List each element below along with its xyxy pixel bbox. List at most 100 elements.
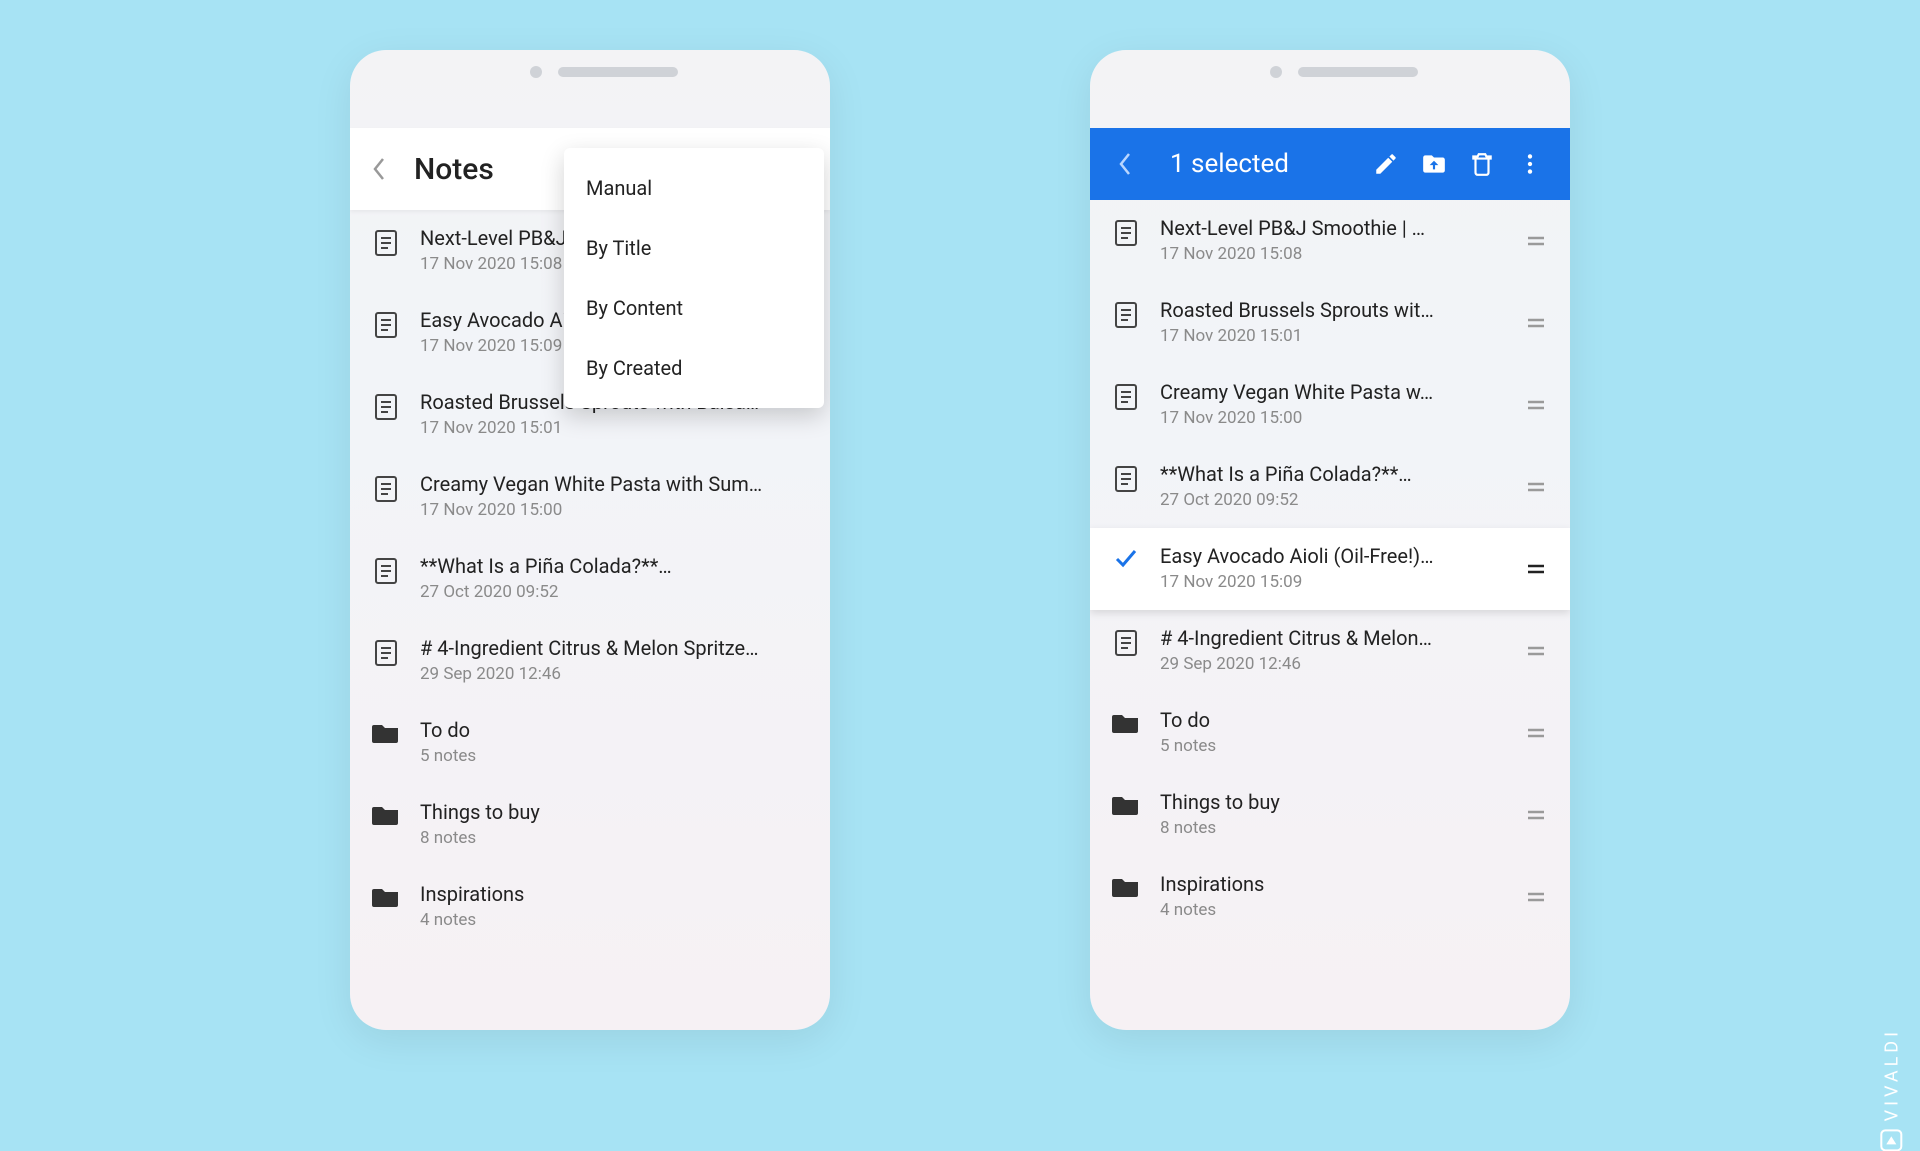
drag-handle-icon[interactable] (1522, 801, 1550, 829)
sort-dropdown: ManualBy TitleBy ContentBy Created (564, 148, 824, 408)
list-item[interactable]: # 4-Ingredient Citrus & Melon… 29 Sep 202… (1090, 610, 1570, 692)
sort-option[interactable]: By Content (564, 278, 824, 338)
folder-icon (1108, 790, 1144, 816)
drag-handle-icon[interactable] (1522, 555, 1550, 583)
list-item-title: Next-Level PB&J Smoothie | … (1160, 216, 1522, 240)
sort-option[interactable]: Manual (564, 158, 824, 218)
list-item-title: # 4-Ingredient Citrus & Melon… (1160, 626, 1522, 650)
folder-icon (368, 882, 404, 908)
list-item-subtitle: 8 notes (1160, 818, 1522, 838)
list-item[interactable]: **What Is a Piña Colada?**… 27 Oct 2020 0… (350, 538, 830, 620)
folder-icon (368, 800, 404, 826)
list-item-body: Things to buy 8 notes (1144, 790, 1522, 838)
list-item-body: Creamy Vegan White Pasta w… 17 Nov 2020 1… (1144, 380, 1522, 428)
list-item-title: To do (1160, 708, 1522, 732)
list-item-title: Roasted Brussels Sprouts wit… (1160, 298, 1522, 322)
delete-button[interactable] (1460, 142, 1504, 186)
list-item[interactable]: Inspirations 4 notes (1090, 856, 1570, 938)
page-title: Notes (414, 152, 494, 187)
drag-handle-icon[interactable] (1522, 309, 1550, 337)
check-icon (1108, 544, 1144, 568)
overflow-menu-button[interactable] (1508, 142, 1552, 186)
note-icon (1108, 626, 1144, 656)
list-item-body: **What Is a Piña Colada?**… 27 Oct 2020 0… (1144, 462, 1522, 510)
drag-handle-icon[interactable] (1522, 391, 1550, 419)
note-icon (368, 390, 404, 420)
list-item-subtitle: 5 notes (420, 746, 810, 766)
list-item-title: Inspirations (420, 882, 810, 906)
camera-dot (530, 66, 542, 78)
list-item-subtitle: 27 Oct 2020 09:52 (1160, 490, 1522, 510)
note-icon (368, 554, 404, 584)
list-item[interactable]: Inspirations 4 notes (350, 866, 830, 948)
list-item-subtitle: 27 Oct 2020 09:52 (420, 582, 810, 602)
note-icon (368, 472, 404, 502)
list-item-subtitle: 17 Nov 2020 15:01 (1160, 326, 1522, 346)
list-item[interactable]: # 4-Ingredient Citrus & Melon Spritze… 29… (350, 620, 830, 702)
list-item[interactable]: To do 5 notes (350, 702, 830, 784)
list-item-body: **What Is a Piña Colada?**… 27 Oct 2020 0… (404, 554, 810, 602)
list-item-title: Easy Avocado Aioli (Oil-Free!)… (1160, 544, 1522, 568)
list-item-subtitle: 4 notes (1160, 900, 1522, 920)
list-item[interactable]: Things to buy 8 notes (1090, 774, 1570, 856)
list-item-title: # 4-Ingredient Citrus & Melon Spritze… (420, 636, 810, 660)
drag-handle-icon[interactable] (1522, 227, 1550, 255)
list-item-subtitle: 5 notes (1160, 736, 1522, 756)
list-item-title: Things to buy (420, 800, 810, 824)
list-item-subtitle: 17 Nov 2020 15:00 (420, 500, 810, 520)
list-item-subtitle: 29 Sep 2020 12:46 (1160, 654, 1522, 674)
selection-count-label: 1 selected (1170, 149, 1360, 179)
list-item-title: **What Is a Piña Colada?**… (1160, 462, 1522, 486)
list-item-title: Creamy Vegan White Pasta w… (1160, 380, 1522, 404)
list-item-body: # 4-Ingredient Citrus & Melon… 29 Sep 202… (1144, 626, 1522, 674)
list-item-subtitle: 17 Nov 2020 15:00 (1160, 408, 1522, 428)
list-item-body: Roasted Brussels Sprouts wit… 17 Nov 2020… (1144, 298, 1522, 346)
list-item-subtitle: 4 notes (420, 910, 810, 930)
list-item[interactable]: **What Is a Piña Colada?**… 27 Oct 2020 0… (1090, 446, 1570, 528)
list-item-title: Inspirations (1160, 872, 1522, 896)
note-icon (1108, 462, 1144, 492)
folder-icon (368, 718, 404, 744)
edit-button[interactable] (1364, 142, 1408, 186)
move-to-folder-button[interactable] (1412, 142, 1456, 186)
drag-handle-icon[interactable] (1522, 719, 1550, 747)
list-item-title: To do (420, 718, 810, 742)
list-item-body: To do 5 notes (1144, 708, 1522, 756)
note-icon (1108, 298, 1144, 328)
list-item-title: Things to buy (1160, 790, 1522, 814)
note-icon (1108, 216, 1144, 246)
list-item-body: To do 5 notes (404, 718, 810, 766)
notes-list: Next-Level PB&J Smoothie | … 17 Nov 2020 … (1090, 200, 1570, 1030)
list-item-title: Creamy Vegan White Pasta with Sum… (420, 472, 810, 496)
drag-handle-icon[interactable] (1522, 473, 1550, 501)
note-icon (368, 226, 404, 256)
list-item[interactable]: Easy Avocado Aioli (Oil-Free!)… 17 Nov 20… (1090, 528, 1570, 610)
sort-option[interactable]: By Title (564, 218, 824, 278)
note-icon (368, 636, 404, 666)
drag-handle-icon[interactable] (1522, 883, 1550, 911)
note-icon (368, 308, 404, 338)
back-button[interactable] (362, 152, 396, 186)
list-item[interactable]: Creamy Vegan White Pasta with Sum… 17 Nov… (350, 456, 830, 538)
folder-icon (1108, 872, 1144, 898)
list-item-subtitle: 17 Nov 2020 15:09 (1160, 572, 1522, 592)
selection-back-button[interactable] (1108, 147, 1142, 181)
list-item-subtitle: 29 Sep 2020 12:46 (420, 664, 810, 684)
list-item-body: Easy Avocado Aioli (Oil-Free!)… 17 Nov 20… (1144, 544, 1522, 592)
vivaldi-watermark: VIVALDI (1880, 1028, 1902, 1151)
drag-handle-icon[interactable] (1522, 637, 1550, 665)
list-item[interactable]: Roasted Brussels Sprouts wit… 17 Nov 2020… (1090, 282, 1570, 364)
vivaldi-logo-icon (1880, 1129, 1902, 1151)
list-item-body: Next-Level PB&J Smoothie | …17 Nov 2020 … (1144, 216, 1522, 264)
sort-option[interactable]: By Created (564, 338, 824, 398)
speaker-slot (1298, 67, 1418, 77)
list-item[interactable]: Creamy Vegan White Pasta w… 17 Nov 2020 1… (1090, 364, 1570, 446)
list-item[interactable]: Things to buy8 notes (350, 784, 830, 866)
list-item[interactable]: To do 5 notes (1090, 692, 1570, 774)
list-item-body: # 4-Ingredient Citrus & Melon Spritze… 29… (404, 636, 810, 684)
list-item-subtitle: 17 Nov 2020 15:01 (420, 418, 810, 438)
list-item-title: **What Is a Piña Colada?**… (420, 554, 810, 578)
phone-left: Notes Next-Level PB&J Smoothie | …17 Nov… (350, 50, 830, 1030)
list-item-body: Inspirations 4 notes (404, 882, 810, 930)
list-item[interactable]: Next-Level PB&J Smoothie | …17 Nov 2020 … (1090, 200, 1570, 282)
